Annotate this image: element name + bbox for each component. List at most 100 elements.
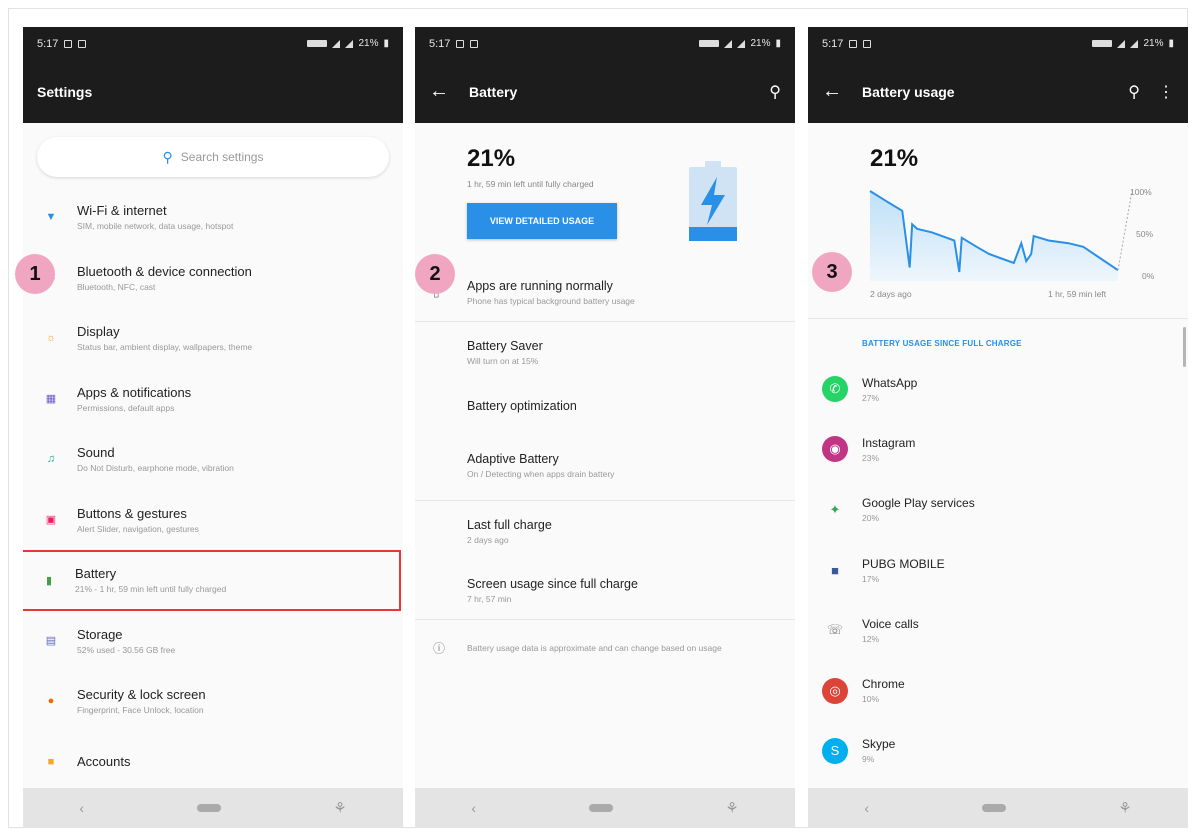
app-percentage: 9% [862,754,875,765]
app-usage-item[interactable]: ✦ Google Play services 20% [808,480,1188,540]
row-subtitle: 2 days ago [467,534,509,545]
battery-percentage: 21% [467,145,516,172]
navigation-bar: ‹ ⚘ [23,788,403,828]
settings-item-security-lock-screen[interactable]: ● Security & lock screen Fingerprint, Face… [23,671,403,732]
search-input[interactable]: ⚲ Search settings [37,137,389,177]
app-name: Instagram [862,435,916,450]
settings-item-apps-notifications[interactable]: ▦ Apps & notifications Permissions, defaul… [23,369,403,430]
nav-home-icon[interactable] [588,804,613,812]
search-icon[interactable]: ⚲ [1128,82,1140,102]
row-subtitle: On / Detecting when apps drain battery [467,468,615,479]
settings-item-buttons-gestures[interactable]: ▣ Buttons & gestures Alert Slider, navigat… [23,490,403,551]
row-title: Adaptive Battery [467,451,559,466]
back-arrow-icon[interactable]: ← [822,80,842,103]
notification-icon [470,39,479,48]
app-usage-item[interactable]: ◉ Instagram 23% [808,419,1188,479]
nav-back-icon[interactable]: ‹ [864,800,869,816]
nav-back-icon[interactable]: ‹ [471,800,476,816]
phone-icon: ☏ [826,622,844,638]
item-subtitle: Bluetooth, NFC, cast [77,281,156,292]
x-end-label: 1 hr, 59 min left [1048,289,1107,299]
page-title: Settings [37,83,93,100]
nav-home-icon[interactable] [196,804,221,812]
battery-row-apps-are-running-normally[interactable]: ▯Apps are running normallyPhone has typi… [415,263,795,321]
battery-row-battery-optimization[interactable]: Battery optimization [415,382,795,430]
app-percentage: 23% [862,452,880,463]
lock-icon: ● [47,695,55,708]
step-2-badge: 2 [415,254,455,294]
back-arrow-icon[interactable]: ← [429,80,449,103]
item-subtitle: Status bar, ambient display, wallpapers,… [77,342,253,353]
status-bar: 5:17 21% ▮ [808,27,1188,60]
item-title: Apps & notifications [77,384,192,400]
app-name: Chrome [862,677,905,692]
y-tick-label: 50% [1136,229,1154,239]
settings-screen: 5:17 21% ▮ Settings ⚲ Search settings ▼ W… [23,27,403,828]
nav-home-icon[interactable] [981,804,1006,812]
app-usage-item[interactable]: S Skype 9% [808,721,1188,781]
battery-screen: 5:17 21% ▮ ← Battery ⚲ 21% 1 hr, 59 min … [415,27,795,828]
notification-icon [849,39,858,48]
item-title: Buttons & gestures [77,505,187,521]
view-detailed-usage-button[interactable]: VIEW DETAILED USAGE [467,203,617,239]
settings-list: ▼ Wi-Fi & internet SIM, mobile network, da… [23,187,403,792]
item-title: Sound [77,445,115,461]
footnote-text: Battery usage data is approximate and ca… [467,643,722,653]
settings-item-wi-fi-internet[interactable]: ▼ Wi-Fi & internet SIM, mobile network, da… [23,187,403,248]
battery-level-chart [869,190,1133,281]
settings-item-sound[interactable]: ♫ Sound Do Not Disturb, earphone mode, vib… [23,429,403,490]
settings-item-storage[interactable]: ▤ Storage 52% used - 30.56 GB free [23,611,403,672]
nav-recents-icon[interactable]: ⚘ [333,799,346,817]
app-usage-item[interactable]: ☏ Voice calls 12% [808,600,1188,660]
navigation-bar: ‹ ⚘ [415,788,795,828]
app-usage-item[interactable]: ■ PUBG MOBILE 17% [808,540,1188,600]
battery-header: 21% 1 hr, 59 min left until fully charge… [415,123,795,263]
settings-item-bluetooth-device-connection[interactable]: ✱Bluetooth & device connectionBluetooth,… [23,248,403,309]
battery-row-adaptive-battery[interactable]: Adaptive Battery On / Detecting when apps… [415,430,795,500]
status-time: 5:17 [37,37,59,50]
whatsapp-icon: ✆ [822,376,848,403]
row-subtitle: Will turn on at 15% [467,355,539,366]
battery-row-last-full-charge[interactable]: Last full charge 2 days ago [415,501,795,561]
instagram-icon: ◉ [822,436,848,463]
battery-row-battery-saver[interactable]: Battery Saver Will turn on at 15% [415,322,795,382]
app-percentage: 10% [862,694,880,705]
chart-area-fill [870,191,1118,281]
y-tick-label: 0% [1142,271,1155,281]
notification-icon [64,39,73,48]
signal-icon [724,39,733,48]
app-bar: ← Battery usage ⚲ ⋮ [808,60,1188,123]
signal-icon [345,39,354,48]
row-title: Screen usage since full charge [467,576,638,591]
item-subtitle: Alert Slider, navigation, gestures [77,523,199,534]
battery-row-screen-usage-since-full-charge[interactable]: Screen usage since full charge 7 hr, 57 m… [415,561,795,619]
item-subtitle: 52% used - 30.56 GB free [77,644,176,655]
settings-item-battery[interactable]: ▮ Battery 21% - 1 hr, 59 min left until fu… [23,550,401,611]
scrollbar[interactable] [1183,327,1186,367]
app-percentage: 12% [862,633,880,644]
item-title: Security & lock screen [77,687,206,703]
nav-recents-icon[interactable]: ⚘ [1118,799,1131,817]
time-remaining: 1 hr, 59 min left until fully charged [467,179,594,189]
battery-percentage: 21% [870,145,919,172]
app-usage-item[interactable]: ✆ WhatsApp 27% [808,359,1188,419]
row-title: Battery Saver [467,338,543,353]
settings-item-accounts[interactable]: ■ Accounts [23,732,403,793]
status-bar: 5:17 21% ▮ [23,27,403,60]
notification-icon [78,39,87,48]
more-options-icon[interactable]: ⋮ [1158,82,1174,102]
battery-status-icon: ▮ [1168,38,1174,49]
storage-icon: ▤ [45,635,57,648]
row-subtitle: 7 hr, 57 min [467,593,512,604]
page-title: Battery [469,83,518,100]
search-icon[interactable]: ⚲ [769,82,781,102]
nav-back-icon[interactable]: ‹ [79,800,84,816]
app-name: WhatsApp [862,375,918,390]
status-time: 5:17 [822,37,844,50]
settings-item-display[interactable]: ☼ Display Status bar, ambient display, wal… [23,308,403,369]
battery-percent: 21% [750,38,771,49]
app-name: Google Play services [862,496,975,511]
volte-icon [1092,40,1113,47]
nav-recents-icon[interactable]: ⚘ [725,799,738,817]
app-usage-item[interactable]: ◎ Chrome 10% [808,660,1188,720]
